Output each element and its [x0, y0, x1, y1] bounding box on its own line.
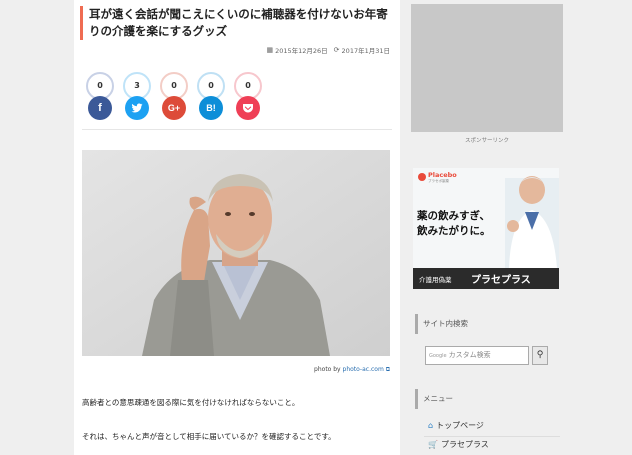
share-pocket[interactable]: 0 — [234, 72, 262, 124]
pocket-icon[interactable] — [236, 96, 260, 120]
share-twitter[interactable]: 3 — [123, 72, 151, 124]
page-title: 耳が遠く会話が聞こえにくいのに補聴器を付けないお年寄りの介護を楽にするグッズ — [80, 6, 392, 40]
google-plus-icon[interactable]: G+ — [162, 96, 186, 120]
share-hatena[interactable]: 0 B! — [197, 72, 225, 124]
banner-footer-small: 介護用偽薬 — [419, 276, 452, 284]
photo-credit: photo by photo-ac.com ⧉ — [314, 366, 390, 373]
updated-date: ⟳ 2017年1月31日 — [333, 46, 390, 55]
banner-brand-sub: プラセボ製薬 — [428, 179, 449, 183]
external-link-icon: ⧉ — [383, 366, 390, 373]
paragraph: 高齢者との意思疎通を図る際に気を付けなければならないこと。 — [82, 398, 300, 407]
divider — [82, 129, 392, 130]
home-icon: ⌂ — [428, 421, 434, 430]
share-facebook[interactable]: 0 f — [86, 72, 114, 124]
search-input[interactable]: Google カスタム検索 — [425, 346, 529, 365]
article-dates: ▦ 2015年12月26日 ⟳ 2017年1月31日 — [266, 45, 390, 55]
ad-placeholder[interactable] — [411, 4, 563, 132]
twitter-icon[interactable] — [125, 96, 149, 120]
banner-headline: 飲みたがりに。 — [417, 225, 491, 237]
banner-footer-big: プラセプラス — [471, 275, 531, 286]
banner-headline: 薬の飲みすぎ、 — [417, 210, 490, 222]
banner-brand: Placebo — [428, 171, 457, 179]
search-button[interactable]: ⚲ — [532, 346, 548, 365]
article-main: 耳が遠く会話が聞こえにくいのに補聴器を付けないお年寄りの介護を楽にするグッズ ▦… — [74, 0, 400, 455]
share-googleplus[interactable]: 0 G+ — [160, 72, 188, 124]
facebook-icon[interactable]: f — [88, 96, 112, 120]
menu-item-placeplus[interactable]: 🛒 プラセプラス — [428, 439, 489, 450]
search-icon: ⚲ — [536, 350, 544, 360]
article-photo — [82, 150, 390, 356]
search-widget-title: サイト内検索 — [415, 314, 565, 334]
refresh-icon: ⟳ — [333, 46, 340, 54]
placebo-banner[interactable]: Placebo プラセボ製薬 薬の飲みすぎ、 飲みたがりに。 介護用偽薬 プラセ… — [413, 168, 559, 289]
cart-icon: 🛒 — [428, 440, 438, 449]
menu-item-top[interactable]: ⌂ トップページ — [428, 420, 484, 431]
hatena-bookmark-icon[interactable]: B! — [199, 96, 223, 120]
posted-date: ▦ 2015年12月26日 — [266, 46, 328, 55]
calendar-icon: ▦ — [266, 46, 274, 54]
paragraph: それは、ちゃんと声が音として相手に届いているか？を確認することです。 — [82, 432, 336, 441]
menu-widget-title: メニュー — [415, 389, 565, 409]
credit-link[interactable]: photo-ac.com — [343, 366, 384, 373]
share-buttons: 0 f 3 0 G+ 0 B! 0 — [86, 72, 262, 124]
divider — [424, 436, 560, 437]
sponsor-label: スポンサーリンク — [464, 138, 509, 144]
